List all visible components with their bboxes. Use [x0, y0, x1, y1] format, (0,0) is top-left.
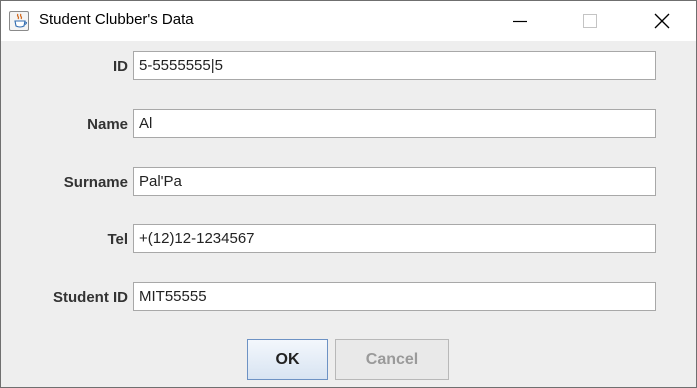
surname-label: Surname [63, 174, 128, 191]
name-field[interactable]: Al [133, 109, 656, 138]
maximize-button[interactable] [567, 1, 613, 41]
java-coffee-cup-icon[interactable] [9, 11, 29, 31]
dialog-window: Student Clubber's Data ID 5-5555555|5 Na… [0, 0, 697, 388]
id-label: ID [113, 58, 128, 75]
minimize-icon [513, 20, 527, 23]
student-id-field[interactable]: MIT55555 [133, 282, 656, 311]
minimize-button[interactable] [497, 1, 543, 41]
tel-label: Tel [107, 231, 128, 248]
window-title: Student Clubber's Data [39, 11, 194, 28]
tel-field[interactable]: +(12)12-1234567 [133, 224, 656, 253]
surname-field[interactable]: Pal'Pa [133, 167, 656, 196]
id-field[interactable]: 5-5555555|5 [133, 51, 656, 80]
title-bar[interactable]: Student Clubber's Data [1, 1, 696, 41]
name-label: Name [87, 116, 128, 133]
cancel-button[interactable]: Cancel [335, 339, 449, 380]
student-id-label: Student ID [53, 289, 128, 306]
ok-button[interactable]: OK [247, 339, 328, 380]
maximize-icon [583, 14, 597, 28]
close-button[interactable] [639, 1, 685, 41]
close-icon [654, 13, 670, 29]
